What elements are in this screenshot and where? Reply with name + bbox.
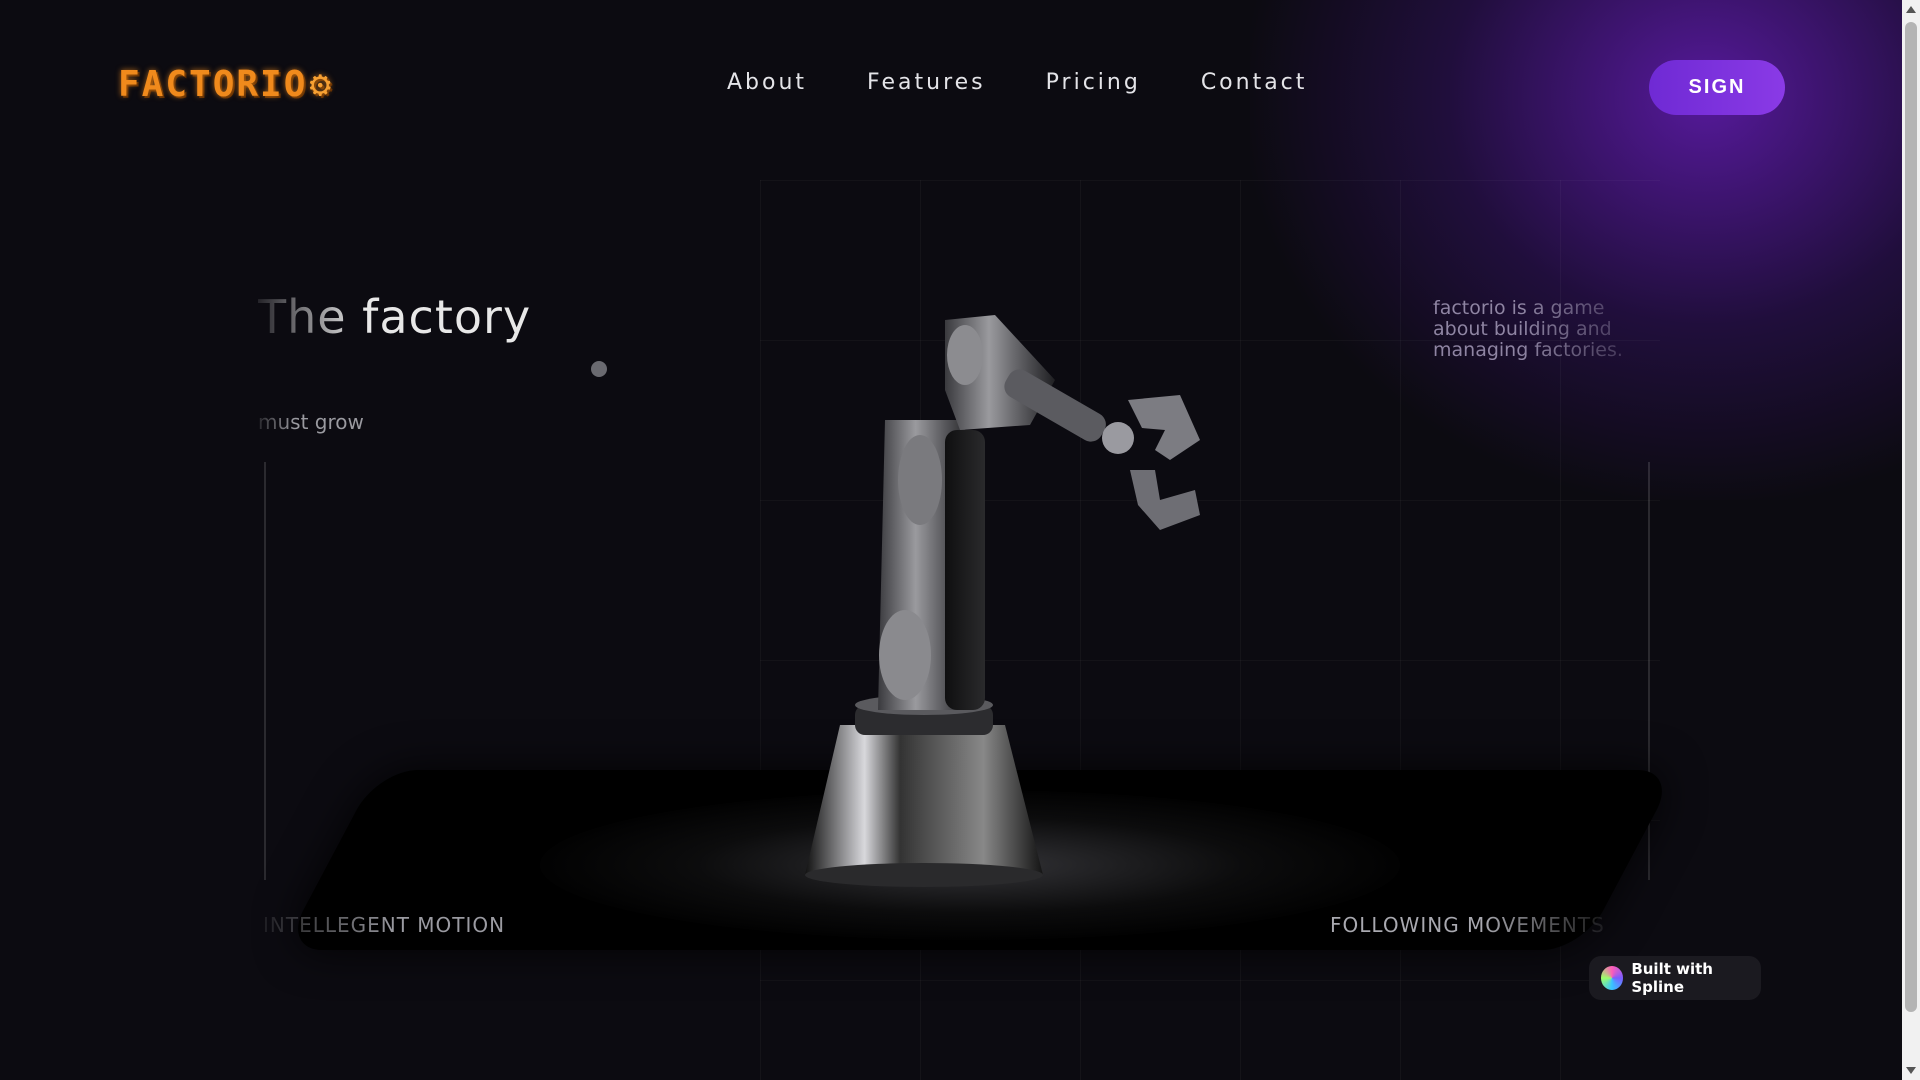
built-with-spline-badge[interactable]: Built with Spline: [1589, 956, 1761, 1000]
nav-contact[interactable]: Contact: [1201, 70, 1308, 95]
badge-label: Built with Spline: [1631, 960, 1713, 996]
robot-arm-illustration[interactable]: [760, 300, 1240, 900]
label-following-movements: FOLLOWING MOVEMENTS: [1330, 913, 1605, 937]
scroll-up-icon[interactable]: [1906, 6, 1916, 13]
scroll-thumb[interactable]: [1905, 22, 1917, 1012]
vertical-scrollbar[interactable]: [1902, 0, 1920, 1080]
hero-dot: [591, 361, 607, 377]
label-intelligent-motion: INTELLEGENT MOTION: [263, 913, 506, 937]
nav-features[interactable]: Features: [867, 70, 986, 95]
scroll-down-icon[interactable]: [1906, 1067, 1916, 1074]
hero-subtitle: must grow: [258, 410, 364, 434]
logo-text: FACTORIO: [118, 64, 308, 105]
spline-logo-icon: [1601, 966, 1624, 990]
gear-icon: ⚙: [309, 64, 334, 105]
sign-button[interactable]: SIGN: [1649, 60, 1785, 115]
left-bracket-line: [264, 462, 296, 880]
hero-title: The factory: [258, 290, 532, 344]
factorio-logo[interactable]: FACTORIO⚙: [118, 64, 333, 105]
main-nav: About Features Pricing Contact: [727, 70, 1367, 95]
nav-pricing[interactable]: Pricing: [1046, 70, 1141, 95]
hero-description: factorio is a game about building and ma…: [1433, 298, 1653, 361]
nav-about[interactable]: About: [727, 70, 807, 95]
